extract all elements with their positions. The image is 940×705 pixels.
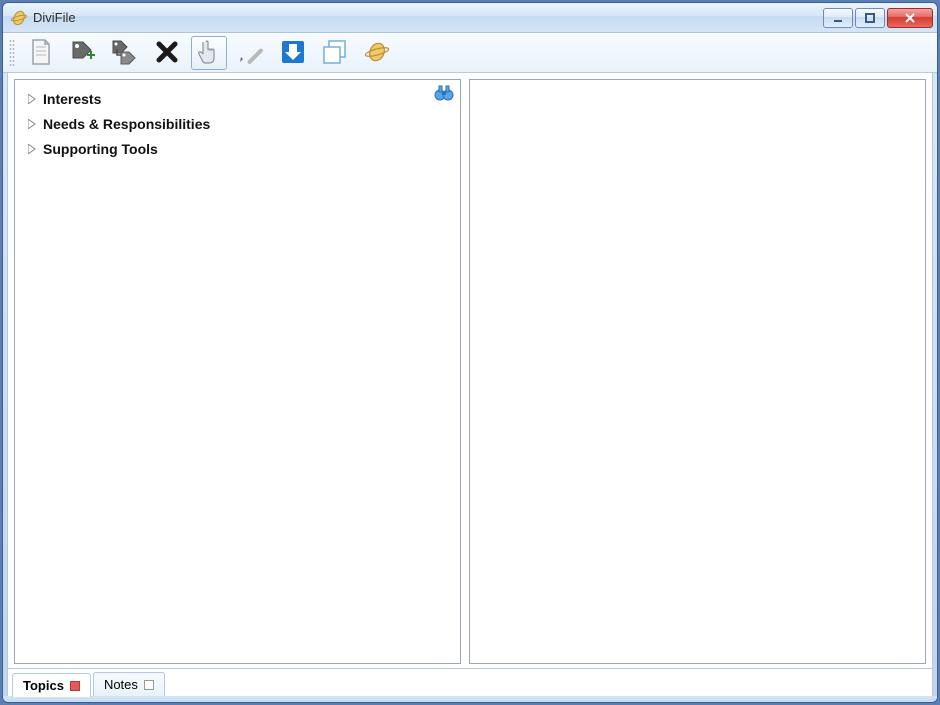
document-icon <box>28 38 54 69</box>
pointer-button[interactable] <box>191 36 227 70</box>
hand-pointer-icon <box>197 39 221 68</box>
expand-icon[interactable] <box>27 94 37 104</box>
x-icon <box>155 40 179 67</box>
delete-button[interactable] <box>149 36 185 70</box>
tree-item[interactable]: Needs & Responsibilities <box>21 111 454 136</box>
edit-button[interactable] <box>233 36 269 70</box>
toolbar-grip <box>9 39 15 67</box>
new-document-button[interactable] <box>23 36 59 70</box>
close-button[interactable] <box>887 8 933 28</box>
split-panes: Interests Needs & Responsibilities Suppo… <box>8 73 932 668</box>
add-tag-button[interactable] <box>65 36 101 70</box>
planet-icon <box>364 39 390 68</box>
expand-icon[interactable] <box>27 119 37 129</box>
tab-notes[interactable]: Notes <box>93 672 165 696</box>
copy-icon <box>321 39 349 68</box>
titlebar: DiviFile <box>3 3 937 33</box>
pencil-icon <box>238 39 264 68</box>
content-pane <box>469 79 926 664</box>
tag-child-icon <box>111 38 139 69</box>
topics-indicator-icon <box>70 681 80 691</box>
client-area: Interests Needs & Responsibilities Suppo… <box>7 73 933 696</box>
web-button[interactable] <box>359 36 395 70</box>
topic-tree: Interests Needs & Responsibilities Suppo… <box>15 80 460 167</box>
copy-button[interactable] <box>317 36 353 70</box>
bottom-tabs: Topics Notes <box>8 668 932 696</box>
arrow-down-icon <box>280 39 306 68</box>
tab-topics[interactable]: Topics <box>12 673 91 697</box>
tag-plus-icon <box>69 38 97 69</box>
minimize-button[interactable] <box>823 8 853 28</box>
add-subtag-button[interactable] <box>107 36 143 70</box>
search-icon[interactable] <box>434 84 454 105</box>
tab-label: Notes <box>104 677 138 692</box>
tree-item-label: Interests <box>43 91 101 107</box>
expand-icon[interactable] <box>27 144 37 154</box>
tree-pane: Interests Needs & Responsibilities Suppo… <box>14 79 461 664</box>
tree-item-label: Supporting Tools <box>43 141 158 157</box>
tree-item-label: Needs & Responsibilities <box>43 116 210 132</box>
window-title: DiviFile <box>33 10 823 25</box>
maximize-button[interactable] <box>855 8 885 28</box>
import-button[interactable] <box>275 36 311 70</box>
app-window: DiviFile <box>2 2 938 703</box>
tab-label: Topics <box>23 678 64 693</box>
window-footer <box>3 696 937 702</box>
notes-indicator-icon <box>144 680 154 690</box>
tree-item[interactable]: Interests <box>21 86 454 111</box>
toolbar <box>3 33 937 73</box>
tree-item[interactable]: Supporting Tools <box>21 136 454 161</box>
app-icon <box>11 10 27 26</box>
window-controls <box>823 8 933 28</box>
